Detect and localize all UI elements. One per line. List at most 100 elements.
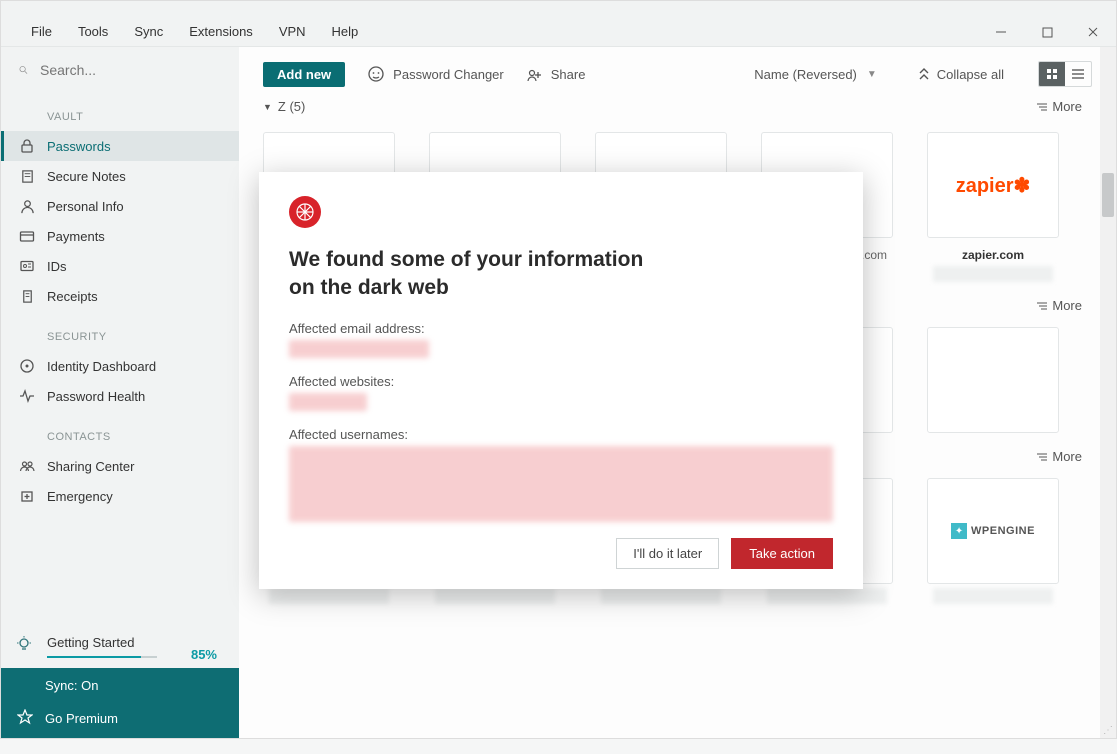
radar-icon	[17, 356, 37, 376]
card-subtitle	[435, 588, 555, 604]
collapse-label: Collapse all	[937, 67, 1004, 82]
sidebar-item-emergency[interactable]: Emergency	[1, 481, 239, 511]
sidebar-item-label: Emergency	[47, 489, 113, 504]
share-label: Share	[551, 67, 586, 82]
more-link[interactable]: More	[1036, 298, 1082, 313]
card-icon	[17, 226, 37, 246]
sidebar-item-label: Secure Notes	[47, 169, 126, 184]
section-contacts: CONTACTS	[1, 411, 239, 451]
card-subtitle	[269, 588, 389, 604]
view-toggle	[1038, 61, 1092, 87]
progress-percent: 85%	[191, 647, 217, 662]
sidebar-item-label: Password Health	[47, 389, 145, 404]
section-vault: VAULT	[1, 91, 239, 131]
scrollbar-thumb[interactable]	[1102, 173, 1114, 217]
window-close-button[interactable]	[1070, 17, 1116, 47]
take-action-button[interactable]: Take action	[731, 538, 833, 569]
card-subtitle	[933, 588, 1053, 604]
menubar: File Tools Sync Extensions VPN Help	[1, 17, 1116, 47]
affected-usernames-label: Affected usernames:	[289, 427, 833, 442]
getting-started-label: Getting Started	[47, 635, 134, 650]
menu-sync[interactable]: Sync	[134, 24, 163, 39]
menu-help[interactable]: Help	[332, 24, 359, 39]
search-box[interactable]	[1, 47, 239, 91]
more-link[interactable]: More	[1036, 449, 1082, 464]
sidebar-item-payments[interactable]: Payments	[1, 221, 239, 251]
go-premium-label: Go Premium	[45, 711, 118, 726]
sidebar-item-secure-notes[interactable]: Secure Notes	[1, 161, 239, 191]
group-header[interactable]: ▼ Z (5) More	[239, 97, 1116, 122]
sort-dropdown[interactable]: Name (Reversed) ▼	[754, 67, 877, 82]
close-icon	[1087, 26, 1099, 38]
progress-bar	[47, 656, 157, 658]
vault-card[interactable]	[927, 327, 1059, 433]
collapse-icon	[917, 67, 931, 81]
card-label: zapier.com	[927, 248, 1059, 262]
sidebar-item-label: Receipts	[47, 289, 98, 304]
redacted-email	[289, 340, 429, 358]
people-icon	[17, 456, 37, 476]
sidebar-item-password-health[interactable]: Password Health	[1, 381, 239, 411]
scrollbar[interactable]	[1100, 47, 1116, 738]
window-maximize-button[interactable]	[1024, 17, 1070, 47]
menu-file[interactable]: File	[31, 24, 52, 39]
toolbar: Add new Password Changer Share Name (Rev…	[239, 47, 1116, 97]
share-link[interactable]: Share	[526, 66, 586, 83]
window-minimize-button[interactable]	[978, 17, 1024, 47]
sync-status[interactable]: Sync: On	[1, 668, 239, 703]
collapse-all-button[interactable]: Collapse all	[917, 67, 1004, 82]
person-icon	[17, 196, 37, 216]
do-it-later-button[interactable]: I'll do it later	[616, 538, 719, 569]
sidebar-item-label: Passwords	[47, 139, 111, 154]
maximize-icon	[1042, 27, 1053, 38]
sidebar-item-ids[interactable]: IDs	[1, 251, 239, 281]
note-icon	[17, 166, 37, 186]
add-new-button[interactable]: Add new	[263, 62, 345, 87]
search-icon	[19, 61, 28, 79]
menu-tools[interactable]: Tools	[78, 24, 108, 39]
redacted-usernames	[289, 446, 833, 522]
dark-web-alert-modal: We found some of your information on the…	[259, 172, 863, 589]
minimize-icon	[995, 26, 1007, 38]
brand-text: WPENGINE	[971, 525, 1035, 537]
affected-websites-label: Affected websites:	[289, 374, 833, 389]
more-icon	[1036, 451, 1048, 463]
vault-card-zapier[interactable]: zapier✽ zapier.com	[927, 132, 1059, 282]
receipt-icon	[17, 286, 37, 306]
more-link[interactable]: More	[1036, 99, 1082, 114]
sidebar-item-sharing-center[interactable]: Sharing Center	[1, 451, 239, 481]
more-label: More	[1052, 298, 1082, 313]
sidebar-item-passwords[interactable]: Passwords	[1, 131, 239, 161]
view-grid-button[interactable]	[1039, 62, 1065, 86]
group-label: Z (5)	[278, 99, 305, 114]
grid-icon	[1046, 68, 1058, 80]
sidebar-item-identity-dashboard[interactable]: Identity Dashboard	[1, 351, 239, 381]
go-premium[interactable]: Go Premium	[1, 703, 239, 738]
view-list-button[interactable]	[1065, 62, 1091, 86]
pulse-icon	[17, 386, 37, 406]
card-subtitle	[933, 266, 1053, 282]
more-icon	[1036, 101, 1048, 113]
search-input[interactable]	[40, 62, 221, 78]
affected-email-label: Affected email address:	[289, 321, 833, 336]
card-subtitle	[767, 588, 887, 604]
lock-icon	[17, 136, 37, 156]
password-changer-link[interactable]: Password Changer	[367, 65, 504, 83]
sidebar-item-label: IDs	[47, 259, 67, 274]
menu-vpn[interactable]: VPN	[279, 24, 306, 39]
redacted-websites	[289, 393, 367, 411]
sidebar-item-label: Identity Dashboard	[47, 359, 156, 374]
star-icon	[17, 709, 33, 725]
sidebar: VAULT Passwords Secure Notes Personal In…	[1, 47, 239, 738]
share-icon	[526, 66, 543, 83]
password-changer-label: Password Changer	[393, 67, 504, 82]
sidebar-item-personal-info[interactable]: Personal Info	[1, 191, 239, 221]
vault-card-wpengine[interactable]: ✦WPENGINE	[927, 478, 1059, 604]
menu-extensions[interactable]: Extensions	[189, 24, 253, 39]
more-label: More	[1052, 449, 1082, 464]
resize-handle[interactable]: ⋰	[1103, 725, 1115, 737]
sidebar-item-receipts[interactable]: Receipts	[1, 281, 239, 311]
refresh-face-icon	[367, 65, 385, 83]
getting-started[interactable]: Getting Started 85%	[1, 625, 239, 668]
modal-title: We found some of your information on the…	[289, 246, 833, 303]
